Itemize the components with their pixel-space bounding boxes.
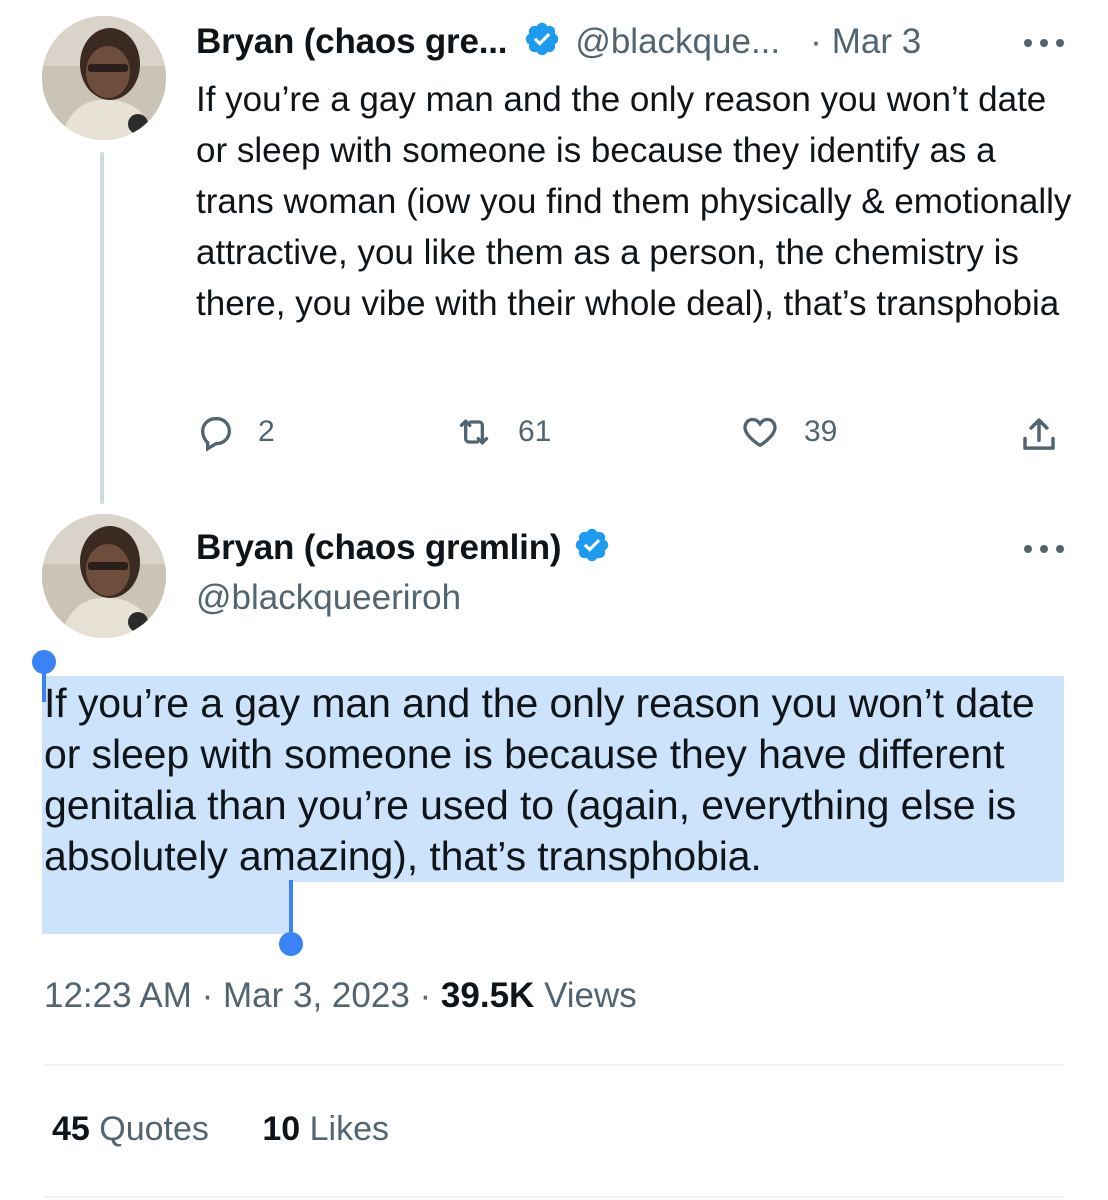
tweet-header: Bryan (chaos gre... @blackque... · Mar 3 bbox=[196, 20, 921, 63]
like-button[interactable]: 39 bbox=[738, 412, 837, 452]
heart-icon bbox=[743, 417, 777, 448]
divider bbox=[44, 1196, 1064, 1198]
author-name[interactable]: Bryan (chaos gre... bbox=[196, 22, 508, 62]
reply-count: 2 bbox=[258, 415, 275, 448]
avatar[interactable] bbox=[42, 514, 166, 638]
retweet-count: 61 bbox=[518, 415, 552, 448]
likes-label: Likes bbox=[309, 1110, 390, 1148]
author-name[interactable]: Bryan (chaos gremlin) bbox=[196, 528, 562, 568]
thread-connector bbox=[100, 152, 104, 504]
tweet-text: If you’re a gay man and the only reason … bbox=[196, 80, 1072, 323]
reply-icon bbox=[200, 417, 232, 452]
retweet-button[interactable]: 61 bbox=[452, 412, 551, 452]
tweet-full-date[interactable]: Mar 3, 2023 bbox=[223, 976, 410, 1015]
likes-stat[interactable]: 10 Likes bbox=[262, 1110, 389, 1148]
more-icon[interactable] bbox=[1024, 38, 1064, 48]
quotes-stat[interactable]: 45 Quotes bbox=[52, 1110, 218, 1148]
like-count: 39 bbox=[804, 415, 838, 448]
likes-count: 10 bbox=[262, 1110, 301, 1148]
selection-start-handle[interactable] bbox=[30, 646, 60, 707]
author-handle[interactable]: @blackque... bbox=[575, 22, 780, 62]
selection-end-handle[interactable] bbox=[276, 880, 306, 965]
separator: · bbox=[810, 21, 822, 61]
tweet-meta: 12:23 AM · Mar 3, 2023 · 39.5K Views bbox=[44, 976, 637, 1016]
avatar[interactable] bbox=[42, 16, 166, 140]
divider bbox=[44, 1064, 1064, 1066]
tweet-text[interactable]: If you’re a gay man and the only reason … bbox=[44, 678, 1074, 882]
separator: · bbox=[201, 976, 214, 1015]
share-icon[interactable] bbox=[1018, 414, 1060, 461]
separator: · bbox=[419, 976, 432, 1015]
more-icon[interactable] bbox=[1024, 544, 1064, 554]
text-selection-highlight bbox=[42, 882, 292, 934]
tweet-date[interactable]: Mar 3 bbox=[832, 22, 921, 62]
views-label: Views bbox=[544, 976, 637, 1015]
views-count: 39.5K bbox=[440, 976, 535, 1015]
author-handle[interactable]: @blackqueeriroh bbox=[196, 578, 461, 618]
tweet-time[interactable]: 12:23 AM bbox=[44, 976, 192, 1015]
retweet-icon bbox=[459, 419, 489, 445]
tweet-header: Bryan (chaos gremlin) bbox=[196, 526, 611, 569]
quotes-count: 45 bbox=[52, 1110, 90, 1148]
engagement-stats: 45 Quotes 10 Likes bbox=[52, 1110, 389, 1149]
verified-badge-icon bbox=[523, 20, 561, 63]
quotes-label: Quotes bbox=[99, 1110, 209, 1148]
verified-badge-icon bbox=[573, 526, 611, 569]
reply-button[interactable]: 2 bbox=[196, 412, 275, 452]
